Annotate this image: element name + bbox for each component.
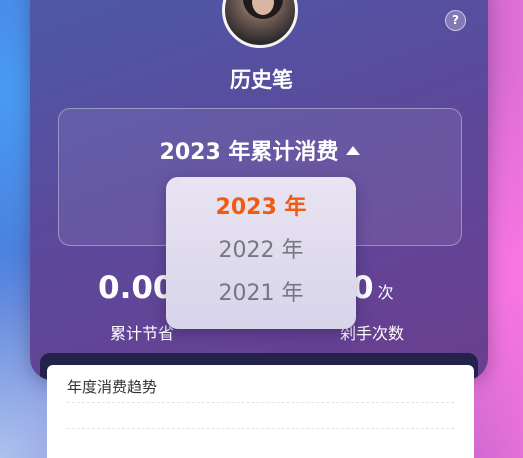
help-icon[interactable]: ? [445,10,466,31]
saved-label: 累计节省 [110,324,175,343]
year-option-2022[interactable]: 2022 年 [166,231,356,271]
year-selector[interactable]: 2023 年累计消费 [58,134,462,166]
caret-up-icon [346,146,361,155]
trend-gridline [67,428,454,429]
year-option-2021[interactable]: 2021 年 [166,274,356,314]
year-dropdown: 2023 年 2022 年 2021 年 [166,177,356,329]
orders-unit: 次 [377,283,394,302]
saved-value: 0.00 [98,270,175,306]
year-title-label: 2023 年累计消费 [159,140,339,165]
trend-gridline [67,402,454,403]
annual-trend-panel: 年度消费趋势 [47,365,474,458]
trend-title: 年度消费趋势 [67,378,158,396]
year-option-2023[interactable]: 2023 年 [166,188,356,228]
orders-value-block: 0次 [352,270,394,306]
username: 历史笔 [230,68,293,92]
